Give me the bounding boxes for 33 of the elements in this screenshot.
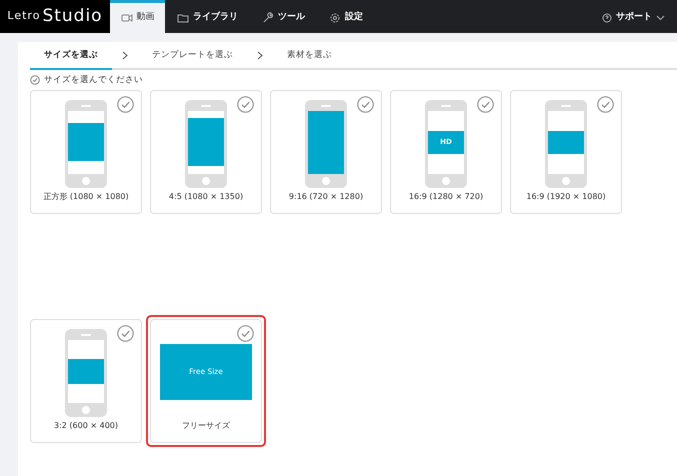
help-icon [602, 13, 612, 23]
hint-text: サイズを選んでください [44, 74, 143, 87]
check-circle-icon [117, 324, 134, 342]
size-caption: 3:2 (600 × 400) [54, 420, 118, 432]
nav-tab[interactable]: ツール [250, 0, 317, 33]
size-caption: 16:9 (1280 × 720) [408, 190, 484, 203]
chevron-right-icon [257, 50, 263, 60]
size-caption: 9:16 (720 × 1280) [288, 190, 364, 203]
step-tab[interactable]: サイズを選ぶ [30, 42, 112, 70]
folder-icon [177, 12, 189, 24]
check-circle-icon [30, 75, 40, 86]
chevron-right-icon [122, 50, 128, 60]
nav-tab[interactable]: 動画 [110, 0, 165, 33]
gear-icon [329, 12, 341, 24]
size-caption: フリーサイズ [182, 420, 230, 432]
logo: Letro Studio [0, 0, 110, 33]
video-camera-icon [120, 12, 132, 24]
size-caption: 正方形 (1080 × 1080) [43, 190, 129, 203]
chevron-down-icon [656, 15, 665, 21]
check-circle-icon [477, 96, 494, 113]
size-caption: 16:9 (1920 × 1080) [526, 190, 606, 203]
step-tab[interactable]: テンプレートを選ぶ [138, 42, 247, 70]
check-circle-icon [597, 96, 614, 113]
check-circle-icon [237, 324, 254, 342]
support-menu[interactable]: サポート [590, 0, 677, 33]
wrench-icon [262, 12, 274, 24]
check-circle-icon [357, 96, 374, 113]
step-tab[interactable]: 素材を選ぶ [273, 42, 346, 70]
size-caption: 4:5 (1080 × 1350) [168, 190, 244, 203]
check-circle-icon [117, 96, 134, 113]
nav-tab[interactable]: ライブラリ [165, 0, 250, 33]
check-circle-icon [237, 96, 254, 113]
nav-tab[interactable]: 設定 [317, 0, 375, 33]
